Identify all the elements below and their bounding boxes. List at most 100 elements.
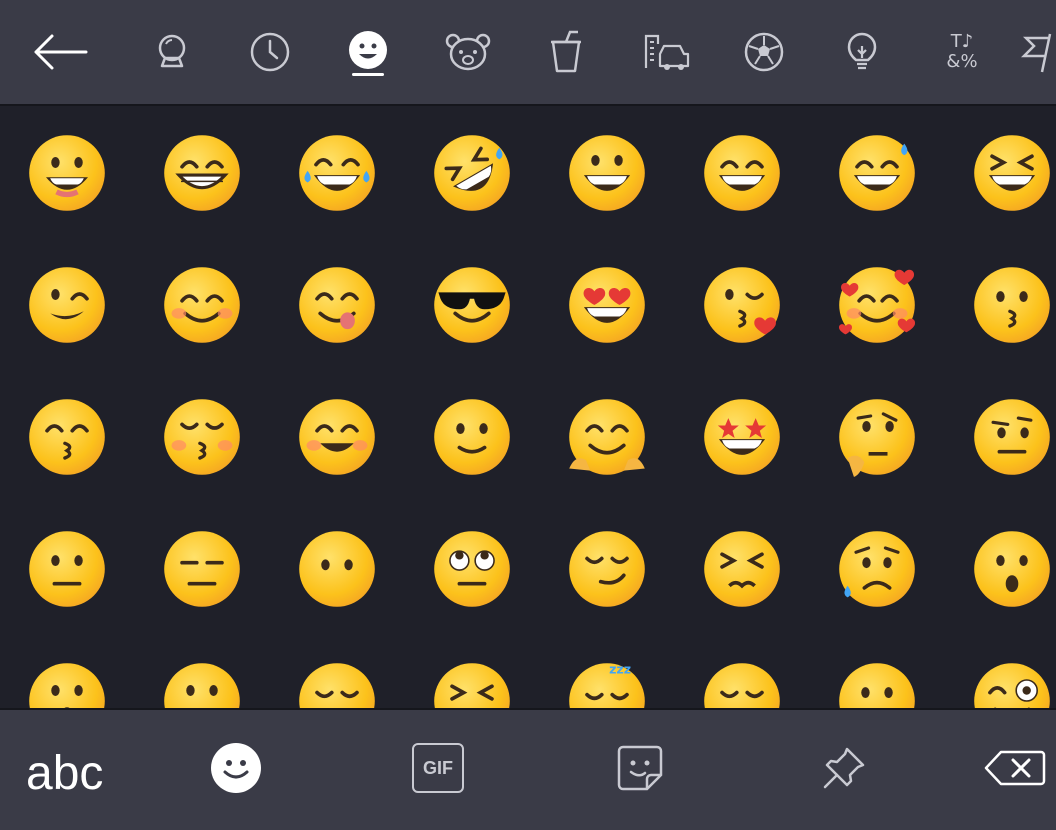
persevering-face-icon: [704, 531, 780, 607]
grinning-face-icon: [29, 135, 105, 211]
emoji-hugging-face[interactable]: [552, 382, 662, 492]
emoji-hushed-face[interactable]: [12, 646, 122, 708]
emoji-face-blowing-a-kiss[interactable]: [687, 250, 797, 360]
gif-label: GIF: [423, 757, 453, 778]
emoji-grinning-face[interactable]: [12, 118, 122, 228]
back-button[interactable]: [20, 0, 100, 104]
category-bar: T♪ &%: [0, 0, 1056, 106]
pin-button[interactable]: [808, 732, 880, 804]
emoji-persevering-face[interactable]: [687, 514, 797, 624]
bear-icon: [445, 33, 491, 71]
kissing-face-icon: [974, 267, 1050, 343]
zipper-mouth-face-icon: [164, 663, 240, 708]
tab-food[interactable]: [526, 0, 606, 104]
emoji-smiling-face-with-open-mouth-and-smiling-eyes[interactable]: [687, 118, 797, 228]
emoji-grinning-face-with-smiling-eyes[interactable]: [147, 118, 257, 228]
emoji-grid: zzz: [0, 106, 1056, 708]
face-with-tongue-icon: [839, 663, 915, 708]
neutral-face-icon: [29, 531, 105, 607]
tab-objects[interactable]: [822, 0, 902, 104]
emoji-sleeping-face[interactable]: zzz: [552, 646, 662, 708]
soccer-ball-icon: [744, 32, 784, 72]
emoji-relieved-face[interactable]: [687, 646, 797, 708]
emoji-face-without-mouth[interactable]: [282, 514, 392, 624]
tab-animals[interactable]: [428, 0, 508, 104]
tab-travel[interactable]: [626, 0, 706, 104]
emoji-face-with-tears-of-joy[interactable]: [282, 118, 392, 228]
face-with-rolling-eyes-icon: [434, 531, 510, 607]
tab-smileys[interactable]: [328, 0, 408, 104]
emoji-star-struck[interactable]: [687, 382, 797, 492]
emoji-face-with-open-mouth[interactable]: [957, 514, 1056, 624]
kissing-face-with-smiling-eyes-icon: [29, 399, 105, 475]
emoji-sad-but-relieved-face[interactable]: [822, 514, 932, 624]
smiling-face-with-open-mouth-icon: [569, 135, 645, 211]
face-with-tears-of-joy-icon: [299, 135, 375, 211]
emoji-smiling-face-with-heart-eyes[interactable]: [552, 250, 662, 360]
gif-icon: GIF: [412, 743, 464, 793]
zany-face-icon: [974, 663, 1050, 708]
sticker-icon: [617, 745, 663, 791]
smiling-face-with-open-mouth-and-smiling-eyes-icon: [704, 135, 780, 211]
emoji-winking-face[interactable]: [12, 250, 122, 360]
tab-crystal-ball[interactable]: [132, 0, 212, 104]
relieved-face-icon: [704, 663, 780, 708]
tab-recent[interactable]: [230, 0, 310, 104]
emoji-expressionless-face[interactable]: [147, 514, 257, 624]
emoji-zipper-mouth-face[interactable]: [147, 646, 257, 708]
tab-activities[interactable]: [724, 0, 804, 104]
tired-face-icon: [434, 663, 510, 708]
grinning-squinting-face-icon: [974, 135, 1050, 211]
abc-keyboard-button[interactable]: abc: [26, 746, 103, 802]
smiling-face-with-smiling-eyes-icon: [164, 267, 240, 343]
emoji-keyboard-button[interactable]: [200, 732, 272, 804]
face-with-raised-eyebrow-icon: [974, 399, 1050, 475]
emoji-zany-face[interactable]: [957, 646, 1056, 708]
emoji-kissing-face[interactable]: [957, 250, 1056, 360]
active-tab-indicator: [352, 73, 384, 76]
emoji-sleepy-face[interactable]: [282, 646, 392, 708]
backspace-icon: [984, 750, 1046, 786]
emoji-face-savoring-food[interactable]: [282, 250, 392, 360]
smiling-face-with-heart-eyes-icon: [569, 267, 645, 343]
emoji-thinking-face[interactable]: [822, 382, 932, 492]
emoji-keyboard-icon: [211, 743, 261, 793]
sticker-button[interactable]: [604, 732, 676, 804]
smiling-face-with-sunglasses-icon: [434, 267, 510, 343]
backspace-button[interactable]: [980, 732, 1050, 804]
emoji-grinning-face-with-sweat[interactable]: [822, 118, 932, 228]
emoji-smiling-face-with-hearts[interactable]: [822, 250, 932, 360]
smirking-face-icon: [569, 531, 645, 607]
gif-button[interactable]: GIF: [402, 732, 474, 804]
grinning-face-with-smiling-eyes-icon: [164, 135, 240, 211]
emoji-smirking-face[interactable]: [552, 514, 662, 624]
emoji-slightly-smiling-face[interactable]: [417, 382, 527, 492]
face-without-mouth-icon: [299, 531, 375, 607]
emoji-smiling-face-with-sunglasses[interactable]: [417, 250, 527, 360]
winking-face-icon: [29, 267, 105, 343]
face-blowing-a-kiss-icon: [704, 267, 780, 343]
flag-icon: [1020, 33, 1052, 73]
emoji-tired-face[interactable]: [417, 646, 527, 708]
back-arrow-icon: [34, 34, 88, 70]
expressionless-face-icon: [164, 531, 240, 607]
kissing-face-with-closed-eyes-icon: [164, 399, 240, 475]
emoji-smiling-face-with-open-mouth[interactable]: [552, 118, 662, 228]
emoji-face-with-rolling-eyes[interactable]: [417, 514, 527, 624]
face-with-open-mouth-icon: [974, 531, 1050, 607]
emoji-kissing-face-with-closed-eyes[interactable]: [147, 382, 257, 492]
emoji-kissing-face-with-smiling-eyes[interactable]: [12, 382, 122, 492]
emoji-rolling-on-the-floor-laughing[interactable]: [417, 118, 527, 228]
smiley-icon: [349, 31, 387, 69]
symbols-icon: T♪ &%: [946, 31, 978, 72]
thinking-face-icon: [839, 399, 915, 477]
emoji-smiling-face-blush[interactable]: [282, 382, 392, 492]
emoji-smiling-face-with-smiling-eyes[interactable]: [147, 250, 257, 360]
cup-icon: [551, 30, 581, 73]
tab-flags[interactable]: [1020, 0, 1056, 104]
emoji-face-with-tongue[interactable]: [822, 646, 932, 708]
emoji-face-with-raised-eyebrow[interactable]: [957, 382, 1056, 492]
tab-symbols[interactable]: T♪ &%: [922, 0, 1002, 104]
emoji-neutral-face[interactable]: [12, 514, 122, 624]
emoji-grinning-squinting-face[interactable]: [957, 118, 1056, 228]
